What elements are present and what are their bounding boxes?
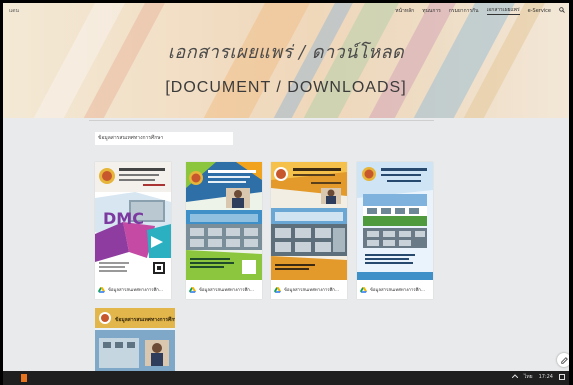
taskbar: ไทย 17:24 [3, 371, 569, 385]
top-navigation: หน้าหลัก ทุนนการ กรมยาการกัน เอกสารเผยแพ… [395, 6, 565, 15]
language-indicator[interactable]: ไทย [524, 373, 533, 381]
document-cover[interactable]: DMC [95, 162, 171, 280]
document-title[interactable]: ข้อมูลสารสนเทศทางการศึก... [108, 286, 163, 293]
google-drive-icon [189, 286, 196, 293]
dmc-cover-text: DMC [103, 209, 144, 228]
chevron-up-icon[interactable] [511, 374, 519, 380]
nav-item-scholarships[interactable]: ทุนนการ [422, 7, 441, 15]
browser-viewport: แดน หน้าหลัก ทุนนการ กรมยาการกัน เอกสารเ… [3, 3, 569, 371]
cover-title: ข้อมูลสารสนเทศทางการศึกษา [115, 316, 175, 324]
nav-item-department[interactable]: กรมยาการกัน [449, 7, 479, 15]
document-card[interactable]: ข้อมูลสารสนเทศทางการศึก... [271, 162, 347, 299]
document-card[interactable]: ข้อมูลสารสนเทศทางการศึก... [186, 162, 262, 299]
site-name[interactable]: แดน [9, 7, 19, 15]
document-cover[interactable]: ข้อมูลสารสนเทศทางการศึกษา [95, 308, 175, 371]
start-button[interactable] [21, 374, 27, 382]
document-caption-row[interactable]: ข้อมูลสารสนเทศทางการศึก... [274, 286, 339, 293]
document-cover[interactable] [357, 162, 433, 280]
document-caption-row[interactable]: ข้อมูลสารสนเทศทางการศึก... [360, 286, 425, 293]
notification-icon[interactable] [559, 374, 565, 380]
document-title[interactable]: ข้อมูลสารสนเทศทางการศึก... [199, 286, 254, 293]
document-caption-row[interactable]: ข้อมูลสารสนเทศทางการศึก... [189, 286, 254, 293]
divider [89, 120, 434, 121]
nav-item-documents[interactable]: เอกสารเผยแพร่ [486, 6, 520, 15]
nav-item-e-service[interactable]: e-Service [528, 8, 551, 14]
section-heading: ข้อมูลสารสนเทศทางการศึกษา [95, 132, 233, 145]
page-title-thai: เอกสารเผยแพร่ / ดาวน์โหลด [167, 42, 405, 63]
google-drive-icon [360, 286, 367, 293]
document-caption-row[interactable]: ข้อมูลสารสนเทศทางการศึก... [98, 286, 163, 293]
search-icon[interactable] [559, 7, 565, 14]
google-drive-icon [274, 286, 281, 293]
nav-item-home[interactable]: หน้าหลัก [395, 7, 414, 15]
document-card[interactable]: ข้อมูลสารสนเทศทางการศึก... [357, 162, 433, 299]
document-card[interactable]: ข้อมูลสารสนเทศทางการศึกษา [95, 308, 175, 371]
document-title[interactable]: ข้อมูลสารสนเทศทางการศึก... [284, 286, 339, 293]
page-title-english: [DOCUMENT / DOWNLOADS] [165, 79, 407, 96]
document-card[interactable]: DMC ข้อมูลสารสนเทศทางการศึก... [95, 162, 171, 299]
hero-banner: แดน หน้าหลัก ทุนนการ กรมยาการกัน เอกสารเ… [3, 3, 569, 118]
document-title[interactable]: ข้อมูลสารสนเทศทางการศึก... [370, 286, 425, 293]
system-tray: ไทย 17:24 [511, 373, 565, 381]
google-drive-icon [98, 286, 105, 293]
clock[interactable]: 17:24 [539, 374, 553, 380]
document-cover[interactable] [271, 162, 347, 280]
edit-pencil-icon[interactable] [557, 353, 569, 367]
document-cover[interactable] [186, 162, 262, 280]
